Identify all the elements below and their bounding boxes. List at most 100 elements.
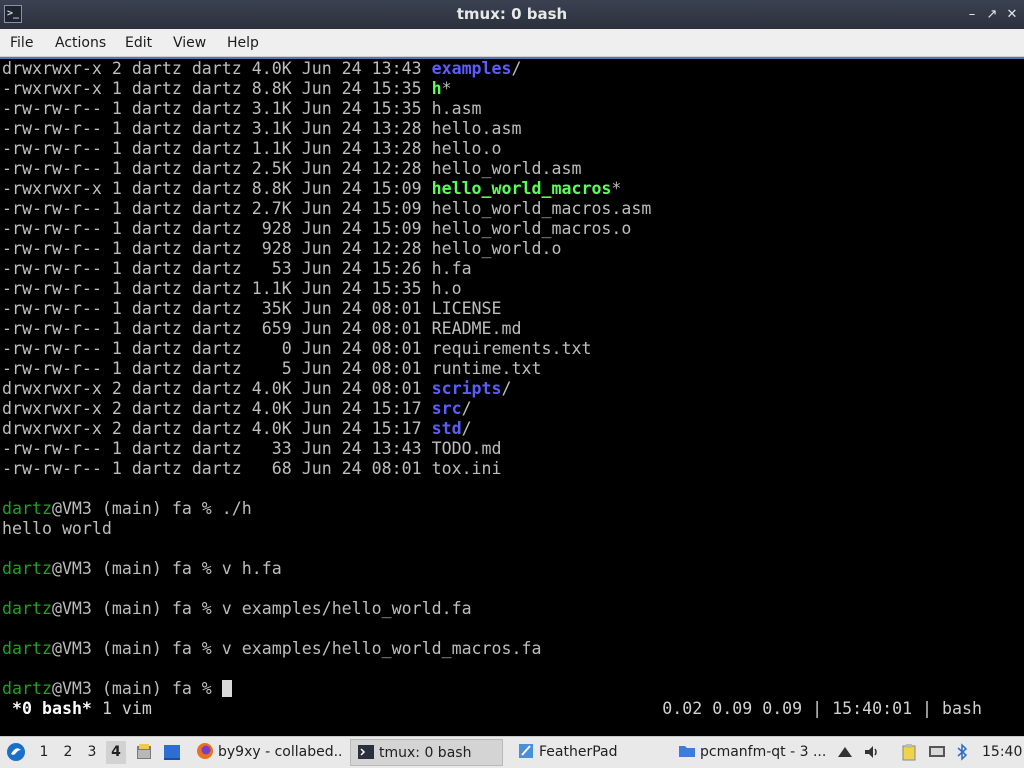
ls-metadata: -rw-rw-r-- 1 dartz dartz 53 Jun 24 15:26	[2, 259, 432, 278]
ls-filename: h.fa	[431, 259, 472, 278]
ls-filename: requirements.txt	[431, 339, 592, 358]
window-titlebar[interactable]: >_ tmux: 0 bash – ↗ ✕	[0, 0, 1024, 29]
featherpad-icon	[519, 744, 533, 758]
ls-metadata: -rw-rw-r-- 1 dartz dartz 928 Jun 24 15:0…	[2, 219, 432, 238]
ls-filename: hello_world_macros.asm	[431, 199, 652, 218]
ls-entry: -rw-rw-r-- 1 dartz dartz 928 Jun 24 15:0…	[2, 219, 631, 239]
ls-filename: h.asm	[431, 99, 482, 118]
command-output: hello world	[2, 519, 112, 539]
ls-filename: hello_world.o	[431, 239, 562, 258]
menu-edit[interactable]: Edit	[124, 29, 153, 57]
task-terminal[interactable]: tmux: 0 bash	[350, 739, 503, 766]
file-manager-launcher-icon[interactable]	[135, 743, 153, 761]
output-text: hello world	[2, 519, 112, 538]
prompt-user: dartz	[2, 679, 52, 698]
tmux-window-bash[interactable]: *0 bash*	[12, 699, 92, 718]
menu-help[interactable]: Help	[226, 29, 260, 57]
ls-entry: -rw-rw-r-- 1 dartz dartz 0 Jun 24 08:01 …	[2, 339, 591, 359]
ls-filename: runtime.txt	[431, 359, 542, 378]
ls-entry: -rw-rw-r-- 1 dartz dartz 659 Jun 24 08:0…	[2, 319, 522, 339]
ls-filename: scripts	[431, 379, 502, 398]
ls-entry: -rw-rw-r-- 1 dartz dartz 3.1K Jun 24 13:…	[2, 119, 522, 139]
ls-entry: -rw-rw-r-- 1 dartz dartz 3.1K Jun 24 15:…	[2, 99, 482, 119]
ls-metadata: -rw-rw-r-- 1 dartz dartz 33 Jun 24 13:43	[2, 439, 432, 458]
menu-actions[interactable]: Actions	[54, 29, 107, 57]
ls-entry: -rw-rw-r-- 1 dartz dartz 2.7K Jun 24 15:…	[2, 199, 651, 219]
ls-entry: -rw-rw-r-- 1 dartz dartz 33 Jun 24 13:43…	[2, 439, 502, 459]
menu-file[interactable]: File	[9, 29, 34, 57]
ls-metadata: -rwxrwxr-x 1 dartz dartz 8.8K Jun 24 15:…	[2, 79, 432, 98]
prompt-host: @VM3 (main) fa %	[51, 639, 222, 658]
task-firefox[interactable]: by9xy - collabed...	[190, 739, 342, 766]
display-icon[interactable]	[928, 743, 946, 761]
ls-type-suffix: /	[511, 59, 522, 78]
ls-metadata: -rw-rw-r-- 1 dartz dartz 1.1K Jun 24 13:…	[2, 139, 432, 158]
task-featherpad[interactable]: FeatherPad	[511, 739, 666, 766]
workspace-1[interactable]: 1	[34, 741, 54, 764]
ls-filename: LICENSE	[431, 299, 502, 318]
ls-metadata: -rwxrwxr-x 1 dartz dartz 8.8K Jun 24 15:…	[2, 179, 432, 198]
workspace-2[interactable]: 2	[58, 741, 78, 764]
ls-filename: hello_world_macros.o	[431, 219, 632, 238]
shell-prompt: dartz@VM3 (main) fa % v examples/hello_w…	[2, 599, 472, 619]
prompt-user: dartz	[2, 599, 52, 618]
ls-filename: hello_world_macros	[431, 179, 612, 198]
ls-filename: README.md	[431, 319, 522, 338]
folder-icon	[679, 746, 695, 757]
task-pcmanfm[interactable]: pcmanfm-qt - 3 ...	[672, 739, 826, 766]
ls-entry: -rw-rw-r-- 1 dartz dartz 35K Jun 24 08:0…	[2, 299, 502, 319]
ls-filename: hello.o	[431, 139, 502, 158]
volume-icon[interactable]	[863, 743, 881, 761]
clock[interactable]: 15:40	[982, 737, 1022, 768]
ls-filename: tox.ini	[431, 459, 502, 478]
desktop-launcher-icon[interactable]	[163, 743, 181, 761]
prompt-user: dartz	[2, 559, 52, 578]
menu-bar: File Actions Edit View Help	[0, 29, 1024, 57]
prompt-user: dartz	[2, 639, 52, 658]
tmux-window-vim[interactable]: 1 vim	[102, 699, 152, 718]
window-title: tmux: 0 bash	[456, 5, 568, 23]
ls-entry: drwxrwxr-x 2 dartz dartz 4.0K Jun 24 15:…	[2, 399, 472, 419]
ls-entry: -rw-rw-r-- 1 dartz dartz 53 Jun 24 15:26…	[2, 259, 472, 279]
ls-entry: -rwxrwxr-x 1 dartz dartz 8.8K Jun 24 15:…	[2, 179, 621, 199]
ls-entry: drwxrwxr-x 2 dartz dartz 4.0K Jun 24 15:…	[2, 419, 472, 439]
ls-metadata: drwxrwxr-x 2 dartz dartz 4.0K Jun 24 15:…	[2, 399, 432, 418]
terminal-icon	[358, 745, 374, 759]
ls-filename: std	[431, 419, 462, 438]
menu-view[interactable]: View	[172, 29, 207, 57]
ls-metadata: -rw-rw-r-- 1 dartz dartz 1.1K Jun 24 15:…	[2, 279, 432, 298]
shell-prompt: dartz@VM3 (main) fa %	[2, 679, 232, 699]
ls-type-suffix: /	[501, 379, 512, 398]
maximize-icon[interactable]: ↗	[983, 6, 1001, 24]
ls-metadata: -rw-rw-r-- 1 dartz dartz 35K Jun 24 08:0…	[2, 299, 432, 318]
task-label: by9xy - collabed...	[218, 744, 342, 760]
ls-filename: src	[431, 399, 462, 418]
network-icon[interactable]	[836, 743, 854, 761]
firefox-icon	[197, 743, 213, 759]
ls-metadata: -rw-rw-r-- 1 dartz dartz 3.1K Jun 24 15:…	[2, 99, 432, 118]
shell-prompt: dartz@VM3 (main) fa % v examples/hello_w…	[2, 639, 542, 659]
ls-filename: examples	[431, 59, 512, 78]
ls-filename: TODO.md	[431, 439, 502, 458]
ls-metadata: drwxrwxr-x 2 dartz dartz 4.0K Jun 24 08:…	[2, 379, 432, 398]
ls-metadata: drwxrwxr-x 2 dartz dartz 4.0K Jun 24 13:…	[2, 59, 432, 78]
tmux-status-right: 0.02 0.09 0.09 | 15:40:01 | bash	[662, 699, 982, 718]
ls-entry: -rwxrwxr-x 1 dartz dartz 8.8K Jun 24 15:…	[2, 79, 452, 99]
prompt-host: @VM3 (main) fa %	[51, 679, 222, 698]
tmux-status-left: *0 bash* 1 vim	[12, 699, 152, 719]
bluetooth-icon[interactable]	[956, 743, 968, 761]
terminal-area[interactable]: drwxrwxr-x 2 dartz dartz 4.0K Jun 24 13:…	[0, 57, 1024, 720]
ls-metadata: -rw-rw-r-- 1 dartz dartz 2.7K Jun 24 15:…	[2, 199, 432, 218]
ls-metadata: -rw-rw-r-- 1 dartz dartz 0 Jun 24 08:01	[2, 339, 432, 358]
prompt-host: @VM3 (main) fa %	[51, 499, 222, 518]
prompt-host: @VM3 (main) fa %	[51, 559, 222, 578]
ls-metadata: -rw-rw-r-- 1 dartz dartz 928 Jun 24 12:2…	[2, 239, 432, 258]
workspace-3[interactable]: 3	[82, 741, 102, 764]
task-label: tmux: 0 bash	[379, 745, 472, 761]
start-menu-icon[interactable]	[6, 742, 26, 762]
workspace-4[interactable]: 4	[106, 741, 126, 764]
close-icon[interactable]: ✕	[1003, 6, 1021, 24]
ls-filename: hello_world.asm	[431, 159, 582, 178]
clipboard-icon[interactable]	[900, 743, 918, 761]
minimize-icon[interactable]: –	[963, 6, 981, 24]
